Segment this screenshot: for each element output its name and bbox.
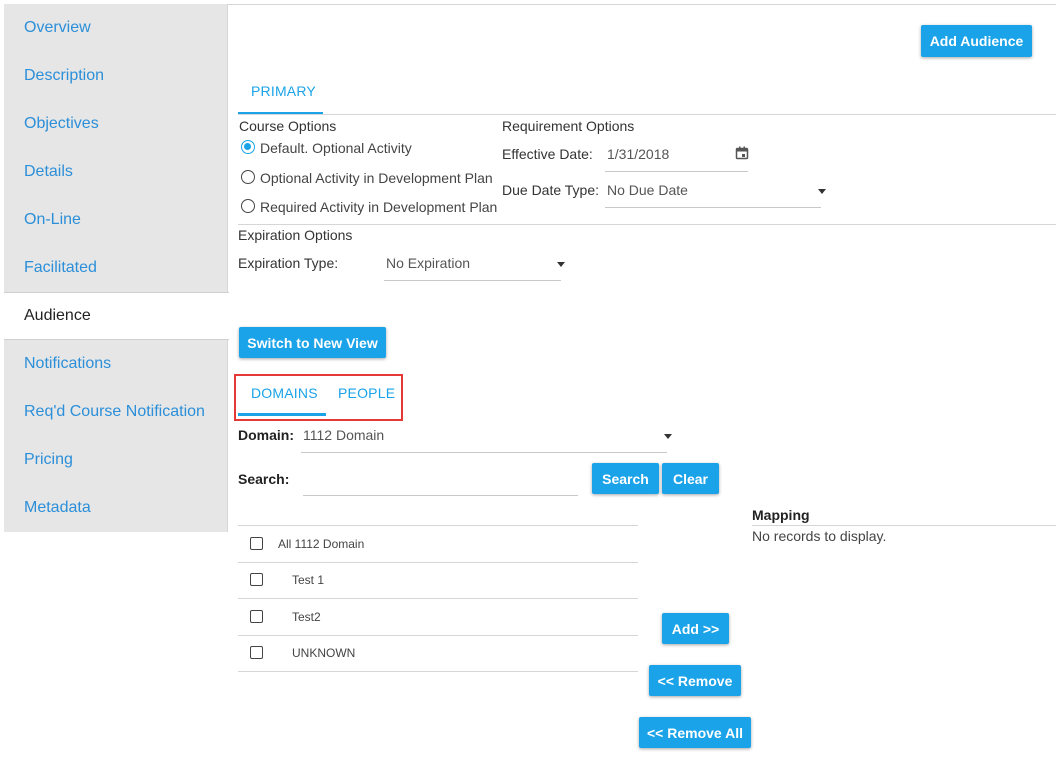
list-divider	[238, 671, 638, 672]
expiration-type-select[interactable]: No Expiration	[386, 255, 470, 271]
sidebar-item-label: Details	[24, 163, 73, 180]
expiration-type-label: Expiration Type:	[238, 255, 339, 271]
sidebar-item-on-line[interactable]: On-Line	[4, 196, 227, 244]
sidebar-item-label: Notifications	[24, 355, 112, 372]
sidebar-item-label: Metadata	[24, 499, 91, 516]
list-item-label: Test2	[292, 610, 321, 624]
sidebar-item-overview[interactable]: Overview	[4, 4, 227, 52]
domain-select[interactable]: 1112 Domain	[303, 427, 384, 443]
sidebar-item-label: Facilitated	[24, 259, 97, 276]
sidebar-item-label: Overview	[24, 19, 91, 36]
tab-people[interactable]: PEOPLE	[338, 385, 395, 401]
list-divider	[238, 635, 638, 636]
top-divider	[228, 4, 1056, 5]
due-date-type-underline	[605, 207, 821, 208]
domain-checkbox[interactable]	[250, 610, 263, 623]
search-input[interactable]	[303, 470, 578, 496]
remove-button[interactable]: << Remove	[649, 665, 741, 696]
sidebar-nav: Overview Description Objectives Details …	[4, 4, 229, 532]
course-option-label: Default. Optional Activity	[260, 140, 412, 156]
course-options-title: Course Options	[239, 118, 337, 134]
calendar-icon[interactable]	[735, 146, 749, 160]
mapping-divider	[752, 525, 1056, 526]
sidebar-item-label: Audience	[24, 307, 91, 324]
chevron-down-icon[interactable]	[664, 434, 672, 439]
domain-checkbox[interactable]	[250, 537, 263, 550]
due-date-type-label: Due Date Type:	[502, 182, 600, 198]
chevron-down-icon[interactable]	[557, 262, 565, 267]
due-date-type-select[interactable]: No Due Date	[607, 182, 688, 198]
sidebar-item-pricing[interactable]: Pricing	[4, 436, 227, 484]
list-item-label: UNKNOWN	[292, 646, 356, 660]
course-option-radio-optional-dev-plan[interactable]	[241, 170, 255, 184]
sidebar-item-label: Description	[24, 67, 105, 84]
search-button[interactable]: Search	[592, 463, 659, 494]
switch-to-new-view-button[interactable]: Switch to New View	[239, 327, 386, 358]
sidebar-item-label: On-Line	[24, 211, 81, 228]
tab-domains-indicator	[238, 413, 326, 416]
expiration-type-underline	[384, 280, 561, 281]
list-divider	[238, 562, 638, 563]
course-option-label: Optional Activity in Development Plan	[260, 170, 493, 186]
mapping-empty-text: No records to display.	[752, 528, 887, 544]
list-divider	[238, 598, 638, 599]
course-option-label: Required Activity in Development Plan	[260, 199, 498, 215]
add-button[interactable]: Add >>	[662, 613, 729, 644]
sidebar-item-description[interactable]: Description	[4, 52, 227, 100]
list-item-label: All 1112 Domain	[278, 537, 365, 551]
effective-date-underline	[605, 171, 748, 172]
list-divider	[238, 525, 638, 526]
course-option-radio-default[interactable]	[241, 140, 255, 154]
list-item-label: Test 1	[292, 573, 325, 587]
domain-select-underline	[301, 452, 667, 453]
sidebar-item-metadata[interactable]: Metadata	[4, 484, 227, 532]
sidebar-item-objectives[interactable]: Objectives	[4, 100, 227, 148]
effective-date-label: Effective Date:	[502, 146, 593, 162]
sidebar-item-details[interactable]: Details	[4, 148, 227, 196]
tab-divider	[238, 114, 1056, 115]
remove-all-button[interactable]: << Remove All	[639, 717, 751, 748]
sidebar-item-label: Objectives	[24, 115, 99, 132]
course-option-radio-required-dev-plan[interactable]	[241, 199, 255, 213]
sidebar-item-facilitated[interactable]: Facilitated	[4, 244, 227, 292]
requirement-options-title: Requirement Options	[502, 118, 635, 134]
search-label: Search:	[238, 471, 290, 487]
domain-checkbox[interactable]	[250, 646, 263, 659]
domain-label: Domain:	[238, 427, 294, 443]
sidebar-item-label: Req'd Course Notification	[24, 403, 205, 420]
effective-date-field[interactable]: 1/31/2018	[607, 146, 669, 162]
section-divider	[238, 224, 1056, 225]
domain-checkbox[interactable]	[250, 573, 263, 586]
add-audience-button[interactable]: Add Audience	[921, 25, 1032, 57]
tab-domains[interactable]: DOMAINS	[251, 385, 318, 401]
sidebar-item-reqd-course-notification[interactable]: Req'd Course Notification	[4, 388, 227, 436]
mapping-title: Mapping	[752, 507, 810, 523]
sidebar-item-notifications[interactable]: Notifications	[4, 340, 227, 388]
tab-primary[interactable]: PRIMARY	[251, 83, 316, 99]
expiration-options-title: Expiration Options	[238, 227, 353, 243]
sidebar-item-audience[interactable]: Audience	[4, 292, 229, 340]
clear-button[interactable]: Clear	[662, 463, 719, 494]
chevron-down-icon[interactable]	[818, 189, 826, 194]
sidebar-item-label: Pricing	[24, 451, 73, 468]
